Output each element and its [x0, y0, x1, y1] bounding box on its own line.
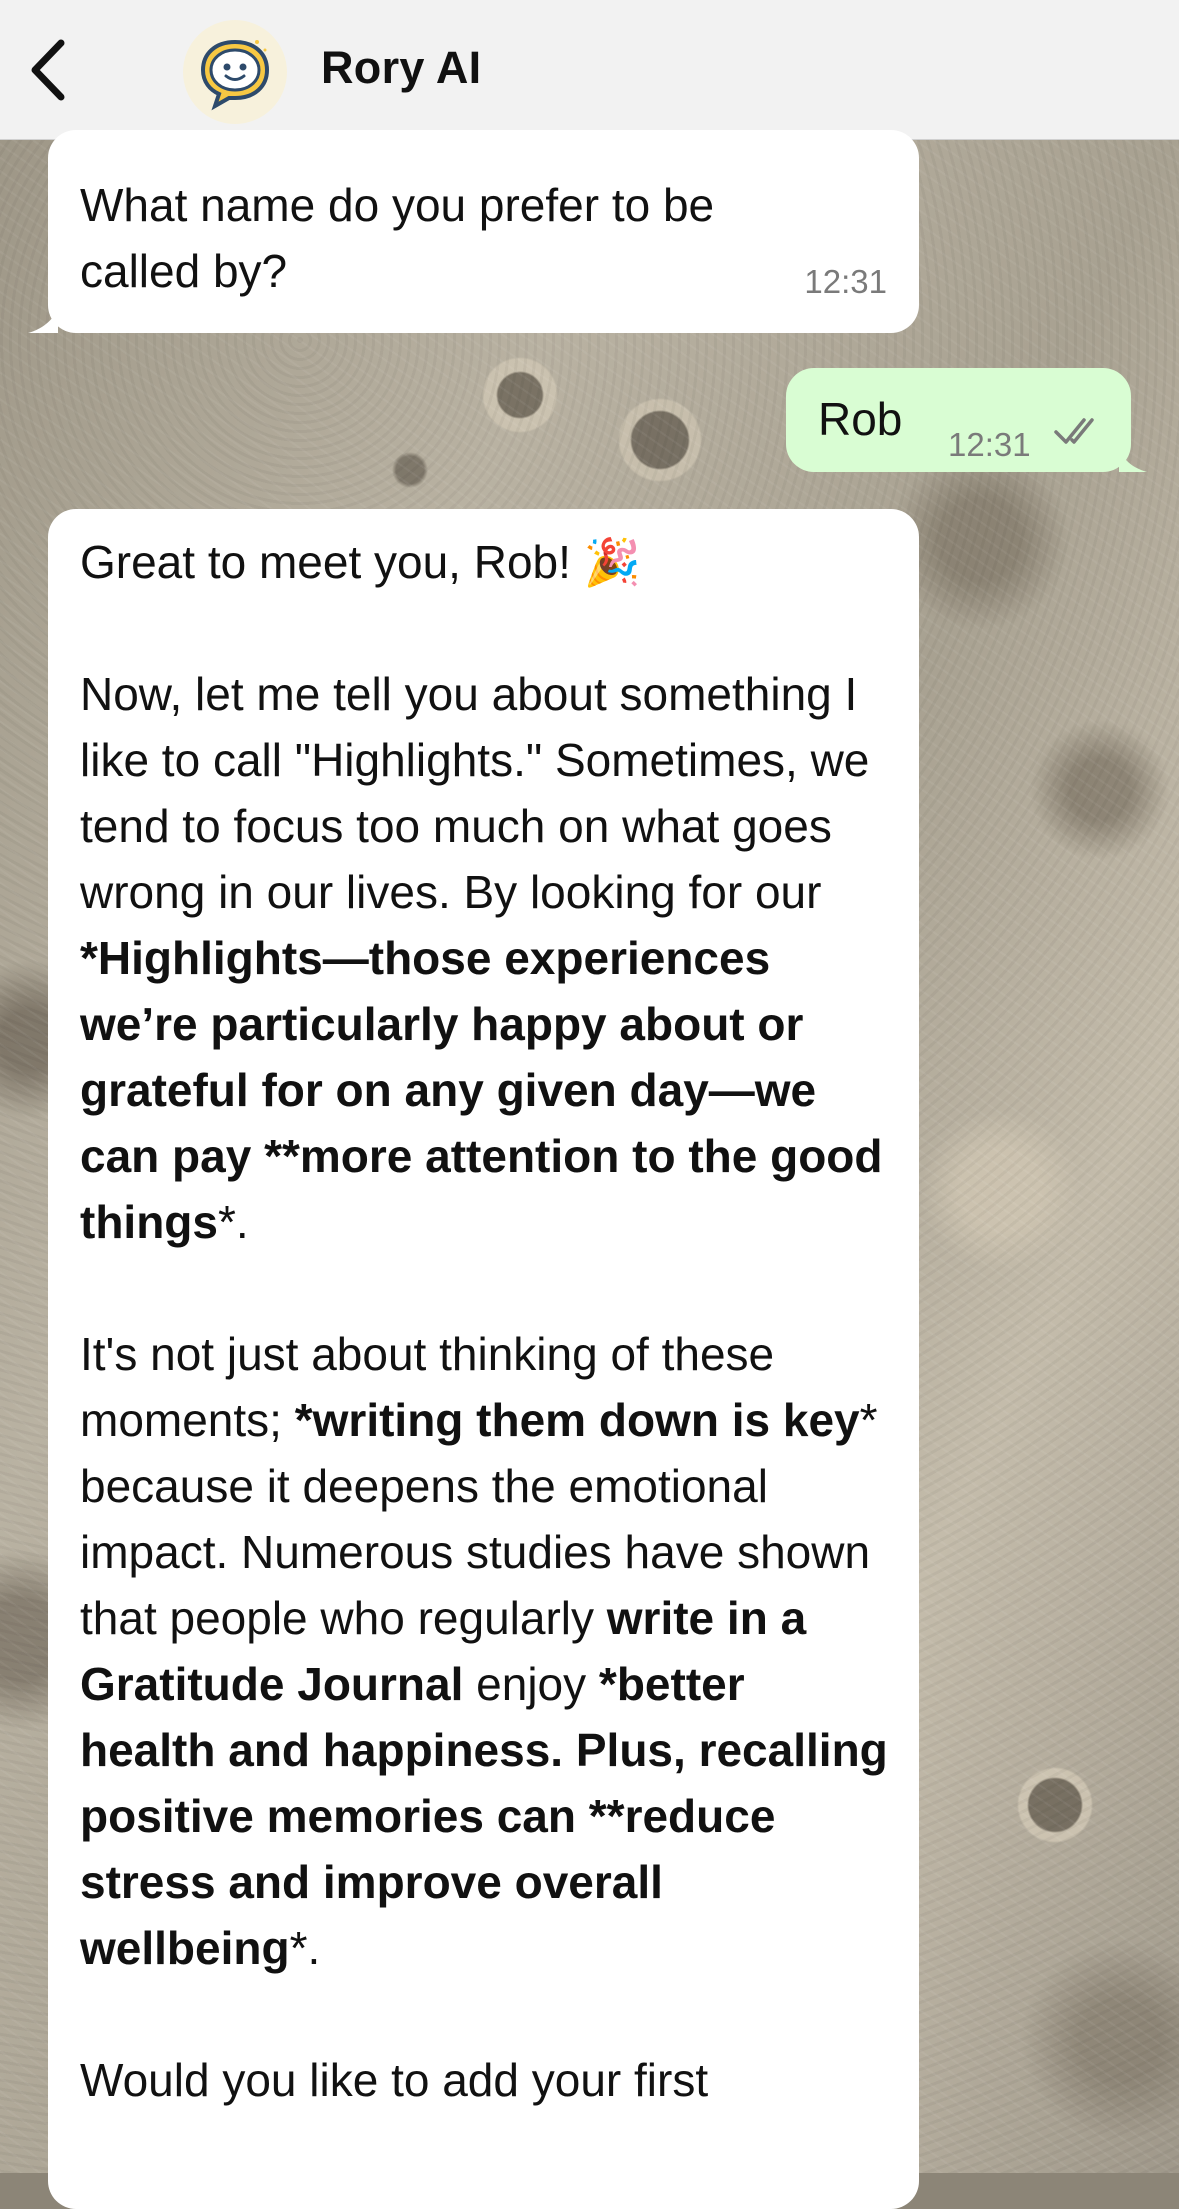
- message-paragraph: Now, let me tell you about something I l…: [80, 661, 891, 1255]
- message-greeting: Great to meet you, Rob! 🎉: [80, 536, 641, 588]
- message-bold-text: *writing them down is key: [294, 1394, 860, 1446]
- chat-header: Rory AI: [0, 0, 1179, 140]
- chat-title: Rory AI: [321, 42, 482, 93]
- message-paragraph: It's not just about thinking of these mo…: [80, 1321, 891, 1981]
- bubble-tail: [28, 309, 58, 333]
- message-time: 12:31: [804, 263, 887, 300]
- chevron-left-icon: [31, 39, 65, 101]
- message-text: *.: [289, 1922, 321, 1974]
- smiling-chat-bubble-icon: [200, 39, 270, 111]
- back-button[interactable]: [22, 38, 72, 102]
- message-text: Now, let me tell you about something I l…: [80, 668, 870, 918]
- message-paragraph: Would you like to add your first: [80, 2054, 709, 2106]
- message-time: 12:31: [948, 426, 1031, 463]
- incoming-message[interactable]: What name do you prefer to be called by?…: [28, 130, 919, 333]
- double-check-icon: [1054, 418, 1094, 444]
- message-text: Rob: [818, 393, 903, 445]
- bubble-tail: [1119, 448, 1147, 472]
- message-text: *.: [217, 1196, 249, 1248]
- message-text: What name do you prefer to be called by?: [80, 179, 715, 297]
- outgoing-message[interactable]: Rob 12:31: [786, 368, 1147, 472]
- incoming-message[interactable]: Great to meet you, Rob! 🎉 Now, let me te…: [48, 509, 919, 2209]
- message-text: enjoy: [463, 1658, 599, 1710]
- avatar[interactable]: [183, 20, 287, 124]
- message-bold-text: *Highlights—those experiences we’re part…: [80, 932, 883, 1248]
